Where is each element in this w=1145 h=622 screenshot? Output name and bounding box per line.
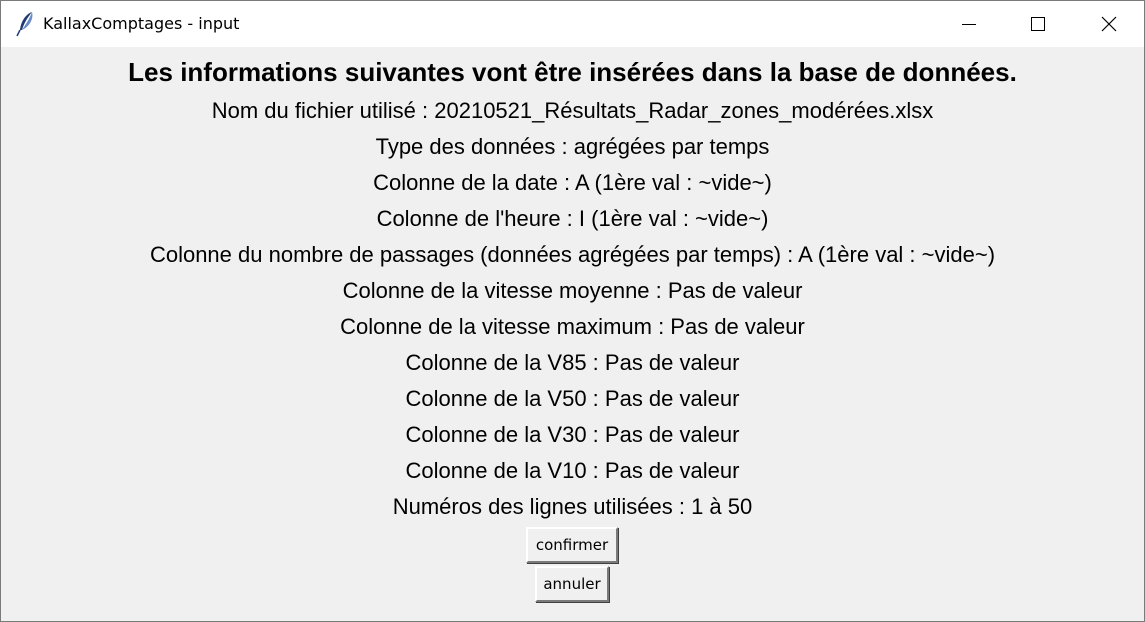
cancel-button[interactable]: annuler	[535, 566, 609, 602]
info-line-v10: Colonne de la V10 : Pas de valeur	[405, 458, 740, 483]
info-line-v30: Colonne de la V30 : Pas de valeur	[405, 422, 740, 447]
title-bar[interactable]: KallaxComptages - input	[1, 1, 1144, 47]
info-line-row-range: Numéros des lignes utilisées : 1 à 50	[392, 494, 753, 519]
feather-icon	[15, 11, 37, 37]
info-line-hour-column: Colonne de l'heure : I (1ère val : ~vide…	[376, 206, 769, 231]
minimize-icon	[962, 24, 976, 25]
info-list: Nom du fichier utilisé : 20210521_Résult…	[1, 97, 1144, 529]
minimize-button[interactable]	[946, 1, 992, 47]
close-icon	[1101, 16, 1117, 32]
info-line-date-column: Colonne de la date : A (1ère val : ~vide…	[373, 170, 772, 195]
dialog-heading: Les informations suivantes vont être ins…	[128, 57, 1017, 87]
info-line-v85: Colonne de la V85 : Pas de valeur	[405, 350, 740, 375]
info-line-filename: Nom du fichier utilisé : 20210521_Résult…	[211, 98, 934, 123]
dialog-content: Les informations suivantes vont être ins…	[1, 47, 1144, 621]
confirm-button[interactable]: confirmer	[526, 527, 618, 563]
close-button[interactable]	[1086, 1, 1132, 47]
info-line-max-speed: Colonne de la vitesse maximum : Pas de v…	[340, 314, 805, 339]
maximize-icon	[1031, 17, 1045, 31]
window-title: KallaxComptages - input	[43, 14, 240, 33]
info-line-data-type: Type des données : agrégées par temps	[375, 134, 770, 159]
info-line-v50: Colonne de la V50 : Pas de valeur	[405, 386, 740, 411]
info-line-mean-speed: Colonne de la vitesse moyenne : Pas de v…	[342, 278, 803, 303]
maximize-button[interactable]	[1015, 1, 1061, 47]
app-window: KallaxComptages - input Les informations…	[0, 0, 1145, 622]
info-line-count-column: Colonne du nombre de passages (données a…	[149, 242, 996, 267]
